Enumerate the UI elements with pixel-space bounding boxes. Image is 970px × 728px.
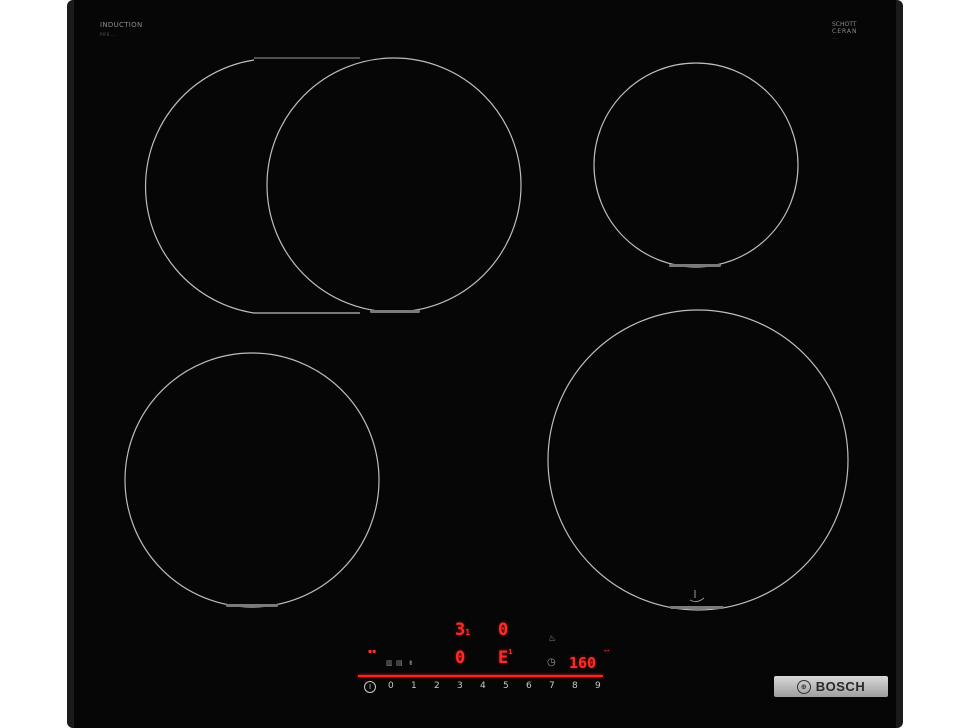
display-bottom-mid-sup: 1: [508, 648, 513, 656]
power-level-slider[interactable]: 0 1 2 3 4 5 6 7 8 9: [388, 681, 618, 691]
display-bottom-mid[interactable]: E1: [498, 648, 512, 668]
brand-induction-text: INDUCTION: [100, 21, 143, 29]
flex-zone-outline: [145, 59, 360, 314]
pan-sensor-control-icon[interactable]: ♨: [548, 634, 556, 644]
slider-level-0[interactable]: 0: [388, 681, 411, 691]
bosch-badge: ⊕ BOSCH: [774, 676, 888, 697]
display-bottom-left[interactable]: 0: [455, 648, 465, 668]
bosch-logo-icon: ⊕: [796, 679, 811, 694]
zone-indicator-icon: ▪▪: [368, 648, 377, 655]
brand-induction-label: INDUCTION PIF6....: [100, 21, 143, 39]
temperature-display[interactable]: 160: [569, 654, 596, 672]
slider-level-9[interactable]: 9: [595, 681, 618, 691]
zone-marker-bottom-left: [226, 604, 278, 607]
zone-front-left-flex: [266, 57, 522, 313]
zone-marker-top-right: [669, 264, 721, 267]
bosch-brand-name: BOSCH: [815, 679, 866, 694]
flex-mode-icon[interactable]: ▥: [386, 659, 393, 667]
slider-level-4[interactable]: 4: [480, 681, 503, 691]
bosch-logo-glyph: ⊕: [800, 682, 807, 691]
slider-level-2[interactable]: 2: [434, 681, 457, 691]
timer-icon[interactable]: ◷: [547, 657, 556, 668]
display-top-left-suffix: 1: [465, 628, 471, 637]
display-top-left-value: 3: [455, 620, 466, 640]
display-top-right[interactable]: 0: [498, 620, 508, 640]
cooking-zones: [124, 57, 849, 611]
slider-level-7[interactable]: 7: [549, 681, 572, 691]
zone-top-right: [593, 62, 799, 268]
power-boost-icon[interactable]: ▤: [396, 659, 403, 667]
slider-active-bar: [358, 675, 603, 677]
schott-text: SCHOTT: [832, 21, 857, 28]
slider-level-1[interactable]: 1: [411, 681, 434, 691]
display-top-left[interactable]: 31: [455, 620, 470, 640]
model-number: PIF6....: [100, 32, 116, 37]
ceran-sub: ......: [832, 36, 839, 40]
slider-level-3[interactable]: 3: [457, 681, 480, 691]
slider-level-8[interactable]: 8: [572, 681, 595, 691]
slider-level-5[interactable]: 5: [503, 681, 526, 691]
slider-level-6[interactable]: 6: [526, 681, 549, 691]
zone-marker-bottom-right: [670, 606, 724, 609]
temp-unit-indicator: ▸▸: [604, 648, 611, 654]
keep-warm-icon[interactable]: ⇟: [408, 659, 414, 667]
display-bottom-mid-value: E: [498, 648, 509, 668]
zone-marker-flex: [370, 310, 420, 313]
brand-schott-ceran: SCHOTT CERAN ......: [832, 21, 858, 42]
pan-sensor-icon: [689, 590, 705, 603]
zone-bottom-left: [124, 352, 380, 608]
ceran-text: CERAN: [832, 28, 858, 35]
power-icon: I: [368, 683, 372, 691]
power-button[interactable]: I: [364, 681, 376, 693]
zone-bottom-right: [547, 309, 849, 611]
